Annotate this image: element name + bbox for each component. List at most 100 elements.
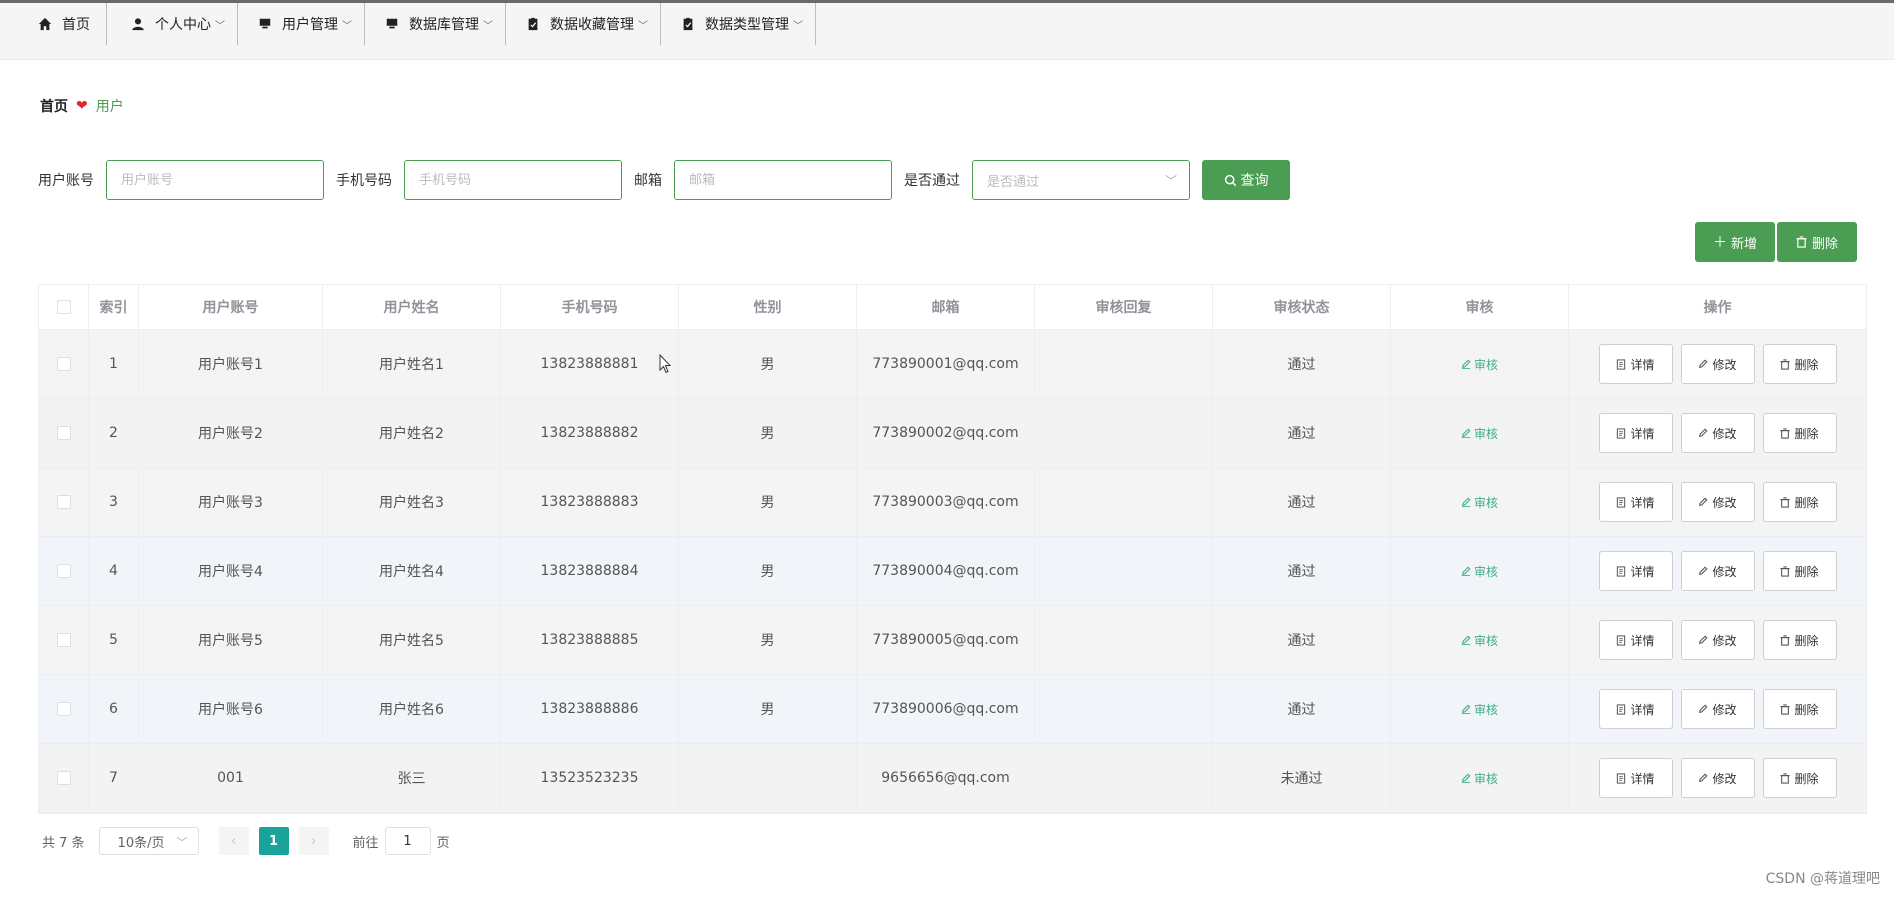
detail-button[interactable]: 详情 bbox=[1598, 482, 1673, 522]
cell-reply bbox=[1035, 330, 1213, 398]
delete-button[interactable]: 删除 bbox=[1762, 689, 1837, 729]
edit-button[interactable]: 修改 bbox=[1680, 344, 1755, 384]
header-operations: 操作 bbox=[1703, 300, 1732, 316]
detail-button[interactable]: 详情 bbox=[1598, 758, 1673, 798]
cell-reply bbox=[1035, 744, 1213, 812]
audit-link[interactable]: 审核 bbox=[1461, 563, 1498, 580]
audit-link[interactable]: 审核 bbox=[1461, 356, 1498, 373]
nav-item-label: 首页 bbox=[62, 17, 90, 33]
edit-icon bbox=[1699, 359, 1709, 369]
query-button-label: 查询 bbox=[1240, 172, 1269, 188]
query-button[interactable]: 查询 bbox=[1202, 160, 1290, 200]
next-page-button[interactable]: › bbox=[298, 827, 329, 855]
header-name: 用户姓名 bbox=[323, 285, 501, 329]
cell-status: 未通过 bbox=[1213, 744, 1391, 812]
nav-item-database-management[interactable]: 数据库管理 ﹀ bbox=[365, 3, 506, 45]
page-size-select[interactable]: 10条/页 ﹀ bbox=[98, 827, 199, 855]
cell-phone: 13823888885 bbox=[501, 606, 679, 674]
page-size-value: 10条/页 bbox=[117, 835, 165, 851]
page-number-current[interactable]: 1 bbox=[258, 827, 289, 855]
edit-icon bbox=[1461, 704, 1471, 714]
cell-reply bbox=[1035, 675, 1213, 743]
cell-name: 用户姓名5 bbox=[323, 606, 501, 674]
row-checkbox[interactable] bbox=[56, 426, 71, 440]
delete-button[interactable]: 删除 bbox=[1762, 620, 1837, 660]
edit-button[interactable]: 修改 bbox=[1680, 482, 1755, 522]
pass-select[interactable]: 是否通过 ﹀ bbox=[972, 160, 1190, 200]
cell-phone: 13823888881 bbox=[501, 330, 679, 398]
cell-sex: 男 bbox=[679, 468, 857, 536]
prev-page-button[interactable]: ‹ bbox=[218, 827, 249, 855]
document-icon bbox=[1617, 358, 1626, 370]
nav-item-user-management[interactable]: 用户管理 ﹀ bbox=[238, 3, 365, 45]
account-search-input[interactable] bbox=[106, 160, 324, 200]
account-label: 用户账号 bbox=[38, 173, 94, 189]
edit-button[interactable]: 修改 bbox=[1680, 551, 1755, 591]
cell-email: 773890002@qq.com bbox=[857, 399, 1035, 467]
goto-page-input[interactable]: 1 bbox=[384, 827, 431, 855]
edit-button-label: 修改 bbox=[1712, 702, 1737, 717]
edit-button-label: 修改 bbox=[1712, 495, 1737, 510]
batch-delete-button[interactable]: 删除 bbox=[1777, 222, 1857, 262]
delete-button[interactable]: 删除 bbox=[1762, 344, 1837, 384]
nav-item-label: 用户管理 bbox=[282, 17, 338, 33]
row-checkbox[interactable] bbox=[56, 357, 71, 371]
row-checkbox[interactable] bbox=[56, 702, 71, 716]
plus-icon: ＋ bbox=[1712, 234, 1727, 250]
row-checkbox-cell bbox=[39, 468, 89, 536]
row-checkbox[interactable] bbox=[56, 564, 71, 578]
detail-button[interactable]: 详情 bbox=[1598, 413, 1673, 453]
cell-name: 用户姓名3 bbox=[323, 468, 501, 536]
trash-icon bbox=[1780, 496, 1791, 508]
row-checkbox[interactable] bbox=[56, 633, 71, 647]
table-body: 1 用户账号1 用户姓名1 13823888881 男 773890001@qq… bbox=[39, 330, 1866, 813]
detail-button[interactable]: 详情 bbox=[1598, 689, 1673, 729]
edit-button[interactable]: 修改 bbox=[1680, 689, 1755, 729]
cell-email: 773890001@qq.com bbox=[857, 330, 1035, 398]
edit-button[interactable]: 修改 bbox=[1680, 620, 1755, 660]
detail-button[interactable]: 详情 bbox=[1598, 344, 1673, 384]
phone-search-input[interactable] bbox=[404, 160, 622, 200]
audit-link[interactable]: 审核 bbox=[1461, 632, 1498, 649]
edit-icon bbox=[1461, 497, 1471, 507]
nav-item-data-type-management[interactable]: 数据类型管理 ﹀ bbox=[661, 3, 816, 45]
delete-button[interactable]: 删除 bbox=[1762, 413, 1837, 453]
detail-button[interactable]: 详情 bbox=[1598, 620, 1673, 660]
detail-button[interactable]: 详情 bbox=[1598, 551, 1673, 591]
cell-name: 用户姓名4 bbox=[323, 537, 501, 605]
cell-account: 用户账号1 bbox=[139, 330, 323, 398]
cell-operations: 详情 修改 删除 bbox=[1569, 675, 1866, 743]
delete-button[interactable]: 删除 bbox=[1762, 551, 1837, 591]
add-button[interactable]: ＋ 新增 bbox=[1695, 222, 1775, 262]
row-checkbox[interactable] bbox=[56, 771, 71, 785]
breadcrumb-home[interactable]: 首页 bbox=[40, 96, 68, 116]
email-search-input[interactable] bbox=[674, 160, 892, 200]
delete-button[interactable]: 删除 bbox=[1762, 482, 1837, 522]
edit-button-label: 修改 bbox=[1712, 633, 1737, 648]
audit-link-label: 审核 bbox=[1473, 564, 1498, 579]
row-checkbox[interactable] bbox=[56, 495, 71, 509]
phone-label: 手机号码 bbox=[336, 173, 392, 189]
chevron-down-icon: ﹀ bbox=[215, 20, 225, 32]
audit-link[interactable]: 审核 bbox=[1461, 701, 1498, 718]
cell-sex: 男 bbox=[679, 675, 857, 743]
audit-link[interactable]: 审核 bbox=[1461, 770, 1498, 787]
audit-link[interactable]: 审核 bbox=[1461, 494, 1498, 511]
delete-button[interactable]: 删除 bbox=[1762, 758, 1837, 798]
heart-icon: ❤ bbox=[76, 98, 88, 114]
cell-name: 用户姓名2 bbox=[323, 399, 501, 467]
cell-index: 3 bbox=[89, 468, 139, 536]
cell-account: 用户账号2 bbox=[139, 399, 323, 467]
nav-item-favorites-management[interactable]: 数据收藏管理 ﹀ bbox=[506, 3, 661, 45]
select-all-checkbox[interactable] bbox=[56, 300, 71, 314]
nav-item-home[interactable]: 首页 bbox=[0, 3, 107, 45]
audit-link[interactable]: 审核 bbox=[1461, 425, 1498, 442]
cell-sex: 男 bbox=[679, 606, 857, 674]
edit-button[interactable]: 修改 bbox=[1680, 758, 1755, 798]
cell-audit: 审核 bbox=[1391, 675, 1569, 743]
nav-item-personal-center[interactable]: 个人中心 ﹀ bbox=[107, 3, 238, 45]
cell-name: 张三 bbox=[323, 744, 501, 812]
header-reply: 审核回复 bbox=[1035, 285, 1213, 329]
table-row: 1 用户账号1 用户姓名1 13823888881 男 773890001@qq… bbox=[39, 330, 1866, 399]
edit-button[interactable]: 修改 bbox=[1680, 413, 1755, 453]
